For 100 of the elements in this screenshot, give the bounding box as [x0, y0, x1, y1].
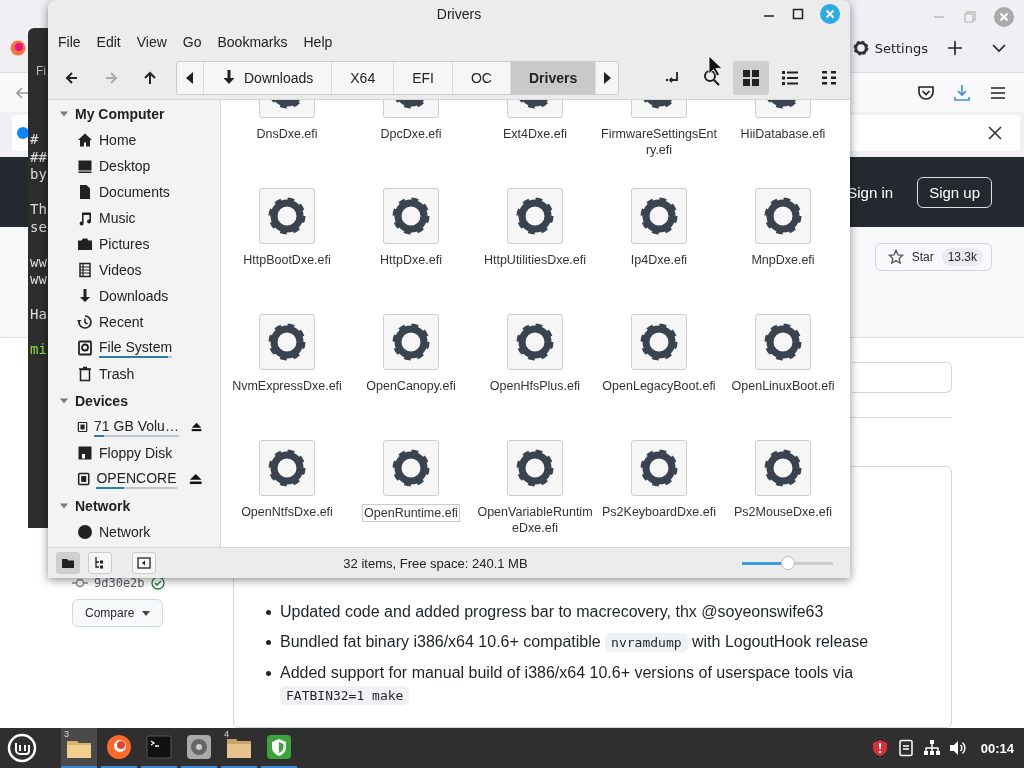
file-name[interactable]: Ps2MouseDxe.efi — [724, 504, 842, 520]
menu-item[interactable]: Go — [174, 34, 210, 50]
sidebar-item[interactable]: File System — [48, 335, 220, 361]
files-app-button[interactable]: 3 — [61, 728, 97, 768]
filter-field[interactable] — [852, 362, 952, 393]
path-button[interactable]: EFI — [394, 61, 453, 94]
sidebar-item[interactable]: Videos — [48, 257, 220, 283]
file-icon[interactable] — [259, 314, 315, 370]
file-name[interactable]: OpenNtfsDxe.efi — [228, 504, 346, 520]
camera-icon — [77, 236, 93, 252]
file-name[interactable]: HttpUtilitiesDxe.efi — [476, 252, 594, 268]
sidebar-item[interactable]: Home — [48, 127, 220, 153]
sidebar-item[interactable]: Floppy Disk — [48, 440, 220, 466]
file-icon[interactable] — [383, 314, 439, 370]
sidebar-item[interactable]: Pictures — [48, 231, 220, 257]
menu-item[interactable]: View — [128, 34, 175, 50]
menu-item[interactable]: Edit — [88, 34, 129, 50]
section-header[interactable]: Network — [48, 492, 220, 519]
file-name[interactable]: OpenRuntime.efi — [362, 504, 460, 522]
section-header[interactable]: Devices — [48, 387, 220, 414]
file-name[interactable]: OpenLinuxBoot.efi — [724, 378, 842, 394]
tree-pane-button[interactable] — [88, 552, 112, 574]
sidebar-item[interactable]: OPENCORE — [48, 466, 220, 492]
section-header[interactable]: My Computer — [48, 100, 220, 127]
path-button[interactable]: X64 — [332, 61, 395, 94]
menu-item[interactable]: Bookmarks — [209, 34, 296, 50]
file-icon[interactable] — [631, 440, 687, 496]
sidebar-item[interactable]: Downloads — [48, 283, 220, 309]
star-button[interactable]: Star 13.3k — [874, 243, 992, 271]
close-icon[interactable] — [987, 125, 1003, 141]
folder-app-button[interactable]: 4 — [221, 728, 257, 768]
places-pane-button[interactable] — [56, 552, 80, 574]
window-title: Drivers — [436, 6, 482, 22]
file-name[interactable]: Ip4Dxe.efi — [600, 252, 718, 268]
eject-button[interactable] — [190, 420, 202, 434]
volume-icon[interactable] — [948, 739, 967, 757]
sidebar-item[interactable]: Trash — [48, 361, 220, 387]
path-button[interactable]: Downloads — [204, 61, 333, 94]
shield-icon[interactable] — [870, 739, 889, 757]
gear-icon — [267, 196, 307, 236]
status-text: 32 items, Free space: 240.1 MB — [342, 555, 529, 571]
sidebar-item[interactable]: Documents — [48, 179, 220, 205]
file-icon[interactable] — [383, 440, 439, 496]
file-icon[interactable] — [631, 188, 687, 244]
file-icon[interactable] — [383, 188, 439, 244]
eject-button[interactable] — [188, 472, 202, 486]
network-icon[interactable] — [922, 739, 941, 757]
music-icon — [77, 210, 93, 226]
back-button[interactable] — [14, 84, 30, 101]
sidebar-icon — [136, 555, 152, 571]
notes-icon[interactable] — [896, 739, 915, 757]
file-name[interactable]: HiiDatabase.efi — [724, 126, 842, 142]
maximize-button[interactable] — [791, 7, 805, 21]
sidebar-item[interactable]: 71 GB Volu… — [48, 414, 220, 440]
scroll-left-button[interactable] — [186, 71, 194, 84]
sidebar-pane-button[interactable] — [132, 552, 156, 574]
sidebar-item[interactable]: Desktop — [48, 153, 220, 179]
file-icon[interactable] — [755, 188, 811, 244]
file-name[interactable]: HttpBootDxe.efi — [228, 252, 346, 268]
clock[interactable]: 00:14 — [980, 740, 1014, 756]
sign-up-button[interactable]: Sign up — [917, 176, 992, 208]
file-name[interactable]: DnsDxe.efi — [228, 126, 346, 142]
file-name[interactable]: OpenLegacyBoot.efi — [600, 378, 718, 394]
sidebar-item[interactable]: Music — [48, 205, 220, 231]
file-icon[interactable] — [507, 314, 563, 370]
file-icon[interactable] — [755, 440, 811, 496]
file-name[interactable]: OpenVariableRuntimeDxe.efi — [476, 504, 594, 536]
commit-hash[interactable]: 9d30e2b — [94, 576, 145, 590]
file-name[interactable]: Ext4Dxe.efi — [476, 126, 594, 142]
download-icon[interactable] — [952, 82, 972, 103]
path-button[interactable]: Drivers — [510, 61, 597, 94]
path-button[interactable]: OC — [452, 61, 511, 94]
file-name[interactable]: OpenCanopy.efi — [352, 378, 470, 394]
close-button[interactable] — [820, 4, 840, 24]
file-icon[interactable] — [631, 314, 687, 370]
menu-item[interactable]: Help — [295, 34, 341, 50]
file-name[interactable]: NvmExpressDxe.efi — [228, 378, 346, 394]
browser-tab[interactable]: Settings — [848, 40, 938, 56]
file-icon[interactable] — [259, 440, 315, 496]
new-tab-button[interactable] — [946, 39, 964, 57]
file-name[interactable]: Ps2KeyboardDxe.efi — [600, 504, 718, 520]
file-icon[interactable] — [755, 314, 811, 370]
grid-view-button[interactable] — [733, 60, 769, 95]
file-name[interactable]: DpcDxe.efi — [352, 126, 470, 142]
window-count: 3 — [64, 729, 69, 739]
sidebar-item[interactable]: Network — [48, 519, 220, 545]
file-name[interactable]: FirmwareSettingsEntry.efi — [600, 126, 718, 158]
compare-button[interactable]: Compare — [72, 599, 164, 627]
file-icon[interactable] — [507, 440, 563, 496]
scroll-right-button[interactable] — [603, 71, 612, 84]
file-name[interactable]: MnpDxe.efi — [724, 252, 842, 268]
file-icon[interactable] — [507, 188, 563, 244]
menu-item[interactable]: File — [50, 34, 89, 50]
file-icon[interactable] — [259, 188, 315, 244]
sidebar-item[interactable]: Recent — [48, 309, 220, 335]
start-menu-button[interactable] — [7, 733, 37, 763]
bullet-icon — [266, 610, 271, 615]
file-name[interactable]: OpenHfsPlus.efi — [476, 378, 594, 394]
bullet-icon — [266, 671, 271, 676]
file-name[interactable]: HttpDxe.efi — [352, 252, 470, 268]
